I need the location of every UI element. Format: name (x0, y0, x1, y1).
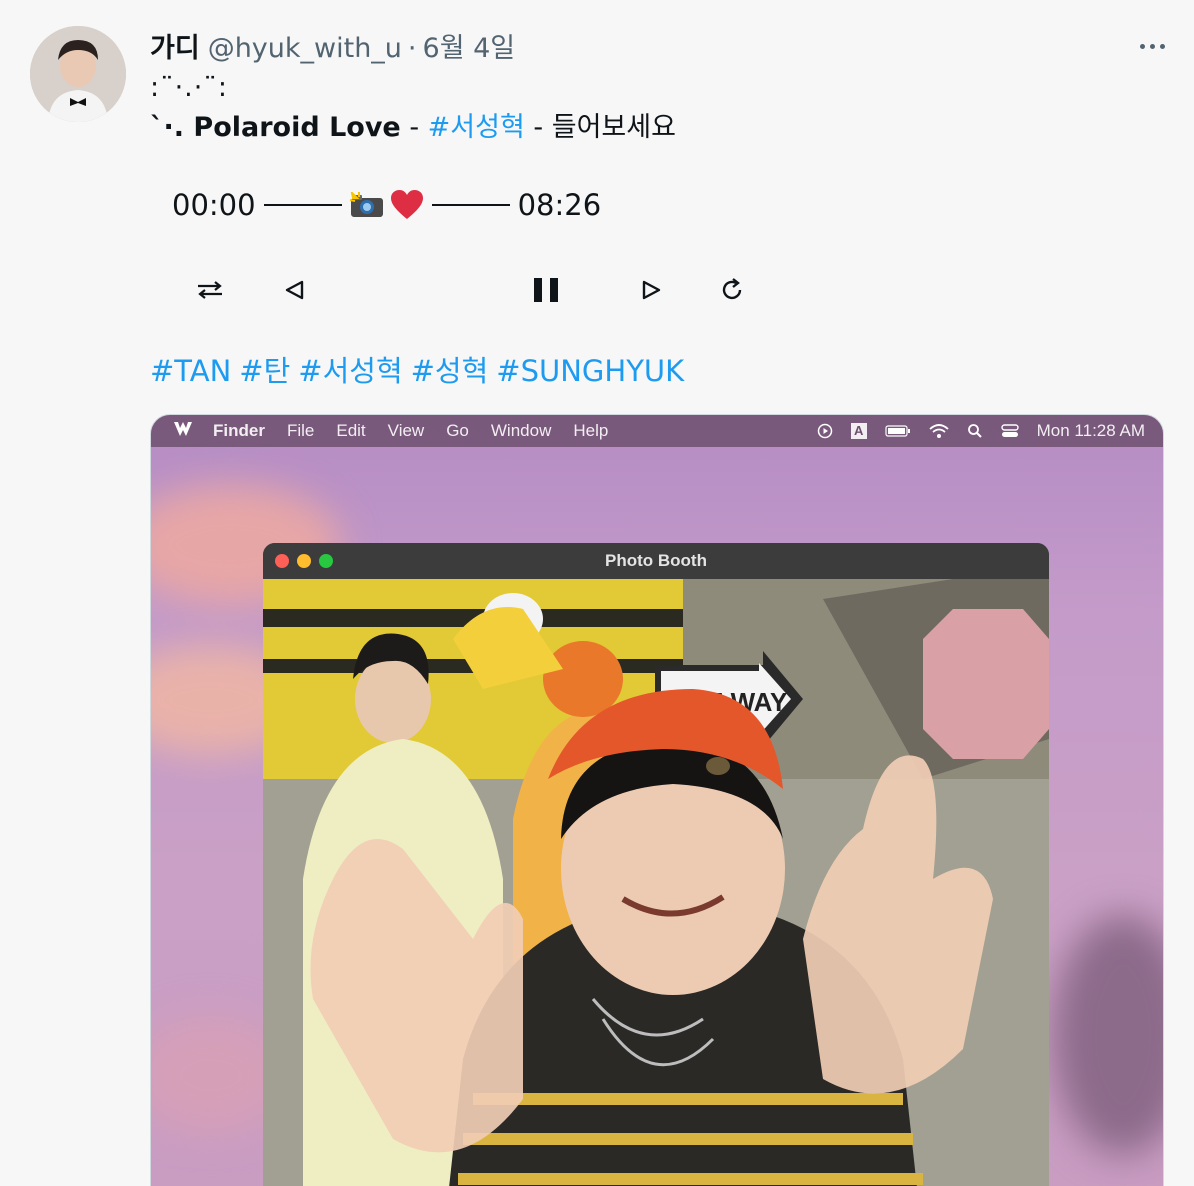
track-right (431, 204, 510, 206)
shuffle-icon[interactable] (190, 268, 230, 312)
tweet-content: 가디 @hyuk_with_u · 6월 4일 :¨·.·¨: `·. Pola… (150, 26, 1194, 388)
hashtag[interactable]: #서성혁 (298, 354, 402, 388)
tweet-header: 가디 @hyuk_with_u · 6월 4일 (150, 26, 1194, 66)
time-start: 00:00 (172, 188, 256, 222)
listen-text: - 들어보세요 (524, 112, 676, 143)
player-progress: 00:00 08:26 (172, 188, 601, 222)
mac-menubar: Finder File Edit View Go Window Help A M… (151, 415, 1163, 447)
play-circle-icon[interactable] (817, 423, 833, 439)
menu-file[interactable]: File (287, 421, 314, 441)
photo-booth-window: Photo Booth ONE WAY (263, 543, 1049, 1186)
camera-flash-icon (349, 192, 383, 217)
hashtag[interactable]: #SUNGHYUK (496, 354, 684, 388)
heart-icon (390, 190, 423, 219)
artist-hashtag[interactable]: #서성혁 (428, 112, 525, 143)
video-frame-image: ONE WAY (263, 579, 1049, 1186)
title-prefix: `·. (150, 112, 194, 143)
hashtag[interactable]: #탄 (239, 354, 290, 388)
song-title: Polaroid Love (193, 112, 401, 143)
hashtag[interactable]: #TAN (150, 354, 231, 388)
wifi-icon[interactable] (929, 423, 949, 439)
repeat-icon[interactable] (712, 268, 752, 312)
hashtag-list: #TAN #탄 #서성혁 #성혁 #SUNGHYUK (150, 348, 692, 390)
window-title: Photo Booth (605, 551, 707, 570)
search-icon[interactable] (967, 423, 983, 439)
deco-line: :¨·.·¨: (150, 72, 228, 103)
app-logo-icon[interactable] (173, 420, 193, 443)
tweet-date[interactable]: 6월 4일 (423, 26, 516, 65)
player-controls (190, 268, 742, 316)
menu-edit[interactable]: Edit (336, 421, 365, 441)
menubar-status: A Mon 11:28 AM (817, 415, 1145, 447)
next-icon[interactable] (632, 268, 672, 312)
control-center-icon[interactable] (1000, 423, 1019, 439)
menubar-clock[interactable]: Mon 11:28 AM (1037, 421, 1145, 441)
close-button[interactable] (275, 554, 289, 568)
menu-go[interactable]: Go (446, 421, 469, 441)
track-left (263, 204, 342, 206)
dash: - (400, 112, 428, 143)
menu-window[interactable]: Window (491, 421, 551, 441)
song-line: `·. Polaroid Love - #서성혁 - 들어보세요 (150, 108, 1194, 148)
previous-icon[interactable] (274, 268, 314, 312)
menu-view[interactable]: View (388, 421, 425, 441)
time-end: 08:26 (517, 188, 602, 222)
minimize-button[interactable] (297, 554, 311, 568)
media-attachment[interactable]: Finder File Edit View Go Window Help A M… (150, 414, 1164, 1186)
separator: · (407, 33, 417, 64)
more-options-icon[interactable] (1132, 34, 1172, 58)
user-handle[interactable]: @hyuk_with_u (208, 33, 402, 64)
cloud (1053, 915, 1163, 1155)
zoom-button[interactable] (319, 554, 333, 568)
photo-booth-preview: ONE WAY (263, 579, 1049, 1186)
window-titlebar: Photo Booth (263, 543, 1049, 579)
avatar[interactable] (30, 26, 126, 122)
menu-finder[interactable]: Finder (213, 421, 265, 441)
avatar-image (30, 26, 126, 122)
pause-icon[interactable] (524, 268, 568, 312)
hashtag[interactable]: #성혁 (411, 354, 489, 388)
display-name[interactable]: 가디 (150, 26, 200, 65)
battery-icon[interactable] (885, 425, 911, 437)
tweet: 가디 @hyuk_with_u · 6월 4일 :¨·.·¨: `·. Pola… (0, 0, 1194, 1186)
input-source-icon[interactable]: A (850, 423, 867, 439)
menu-help[interactable]: Help (573, 421, 608, 441)
